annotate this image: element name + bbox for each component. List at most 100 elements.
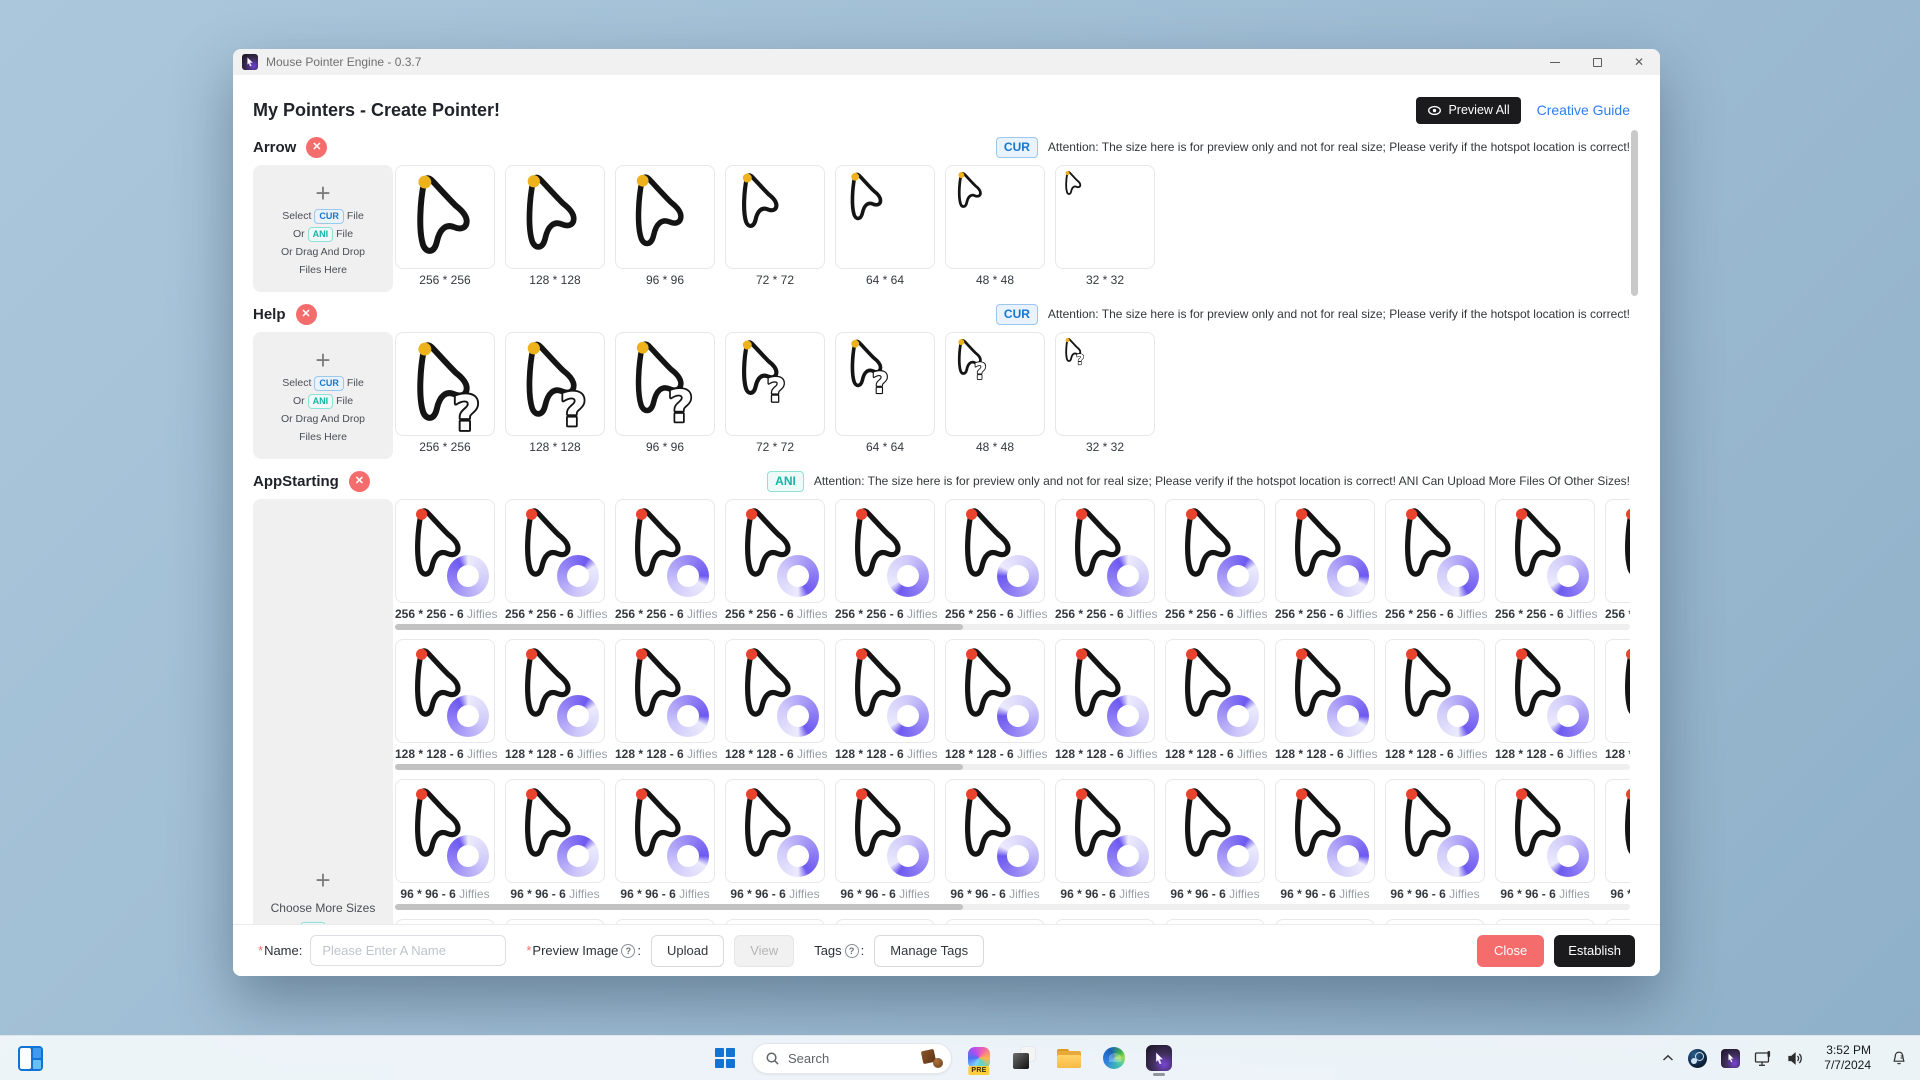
clock-and-date[interactable]: 3:52 PM 7/7/2024 [1813,1040,1882,1076]
cursor-size-tile[interactable]: 128 * 128 [505,165,605,287]
upload-button[interactable]: Upload [651,935,724,967]
delete-section-button[interactable]: ✕ [296,304,317,325]
animation-frame-tile[interactable]: 128 * 128 - 6 Jiffies [1495,639,1595,761]
scrollbar-thumb[interactable] [395,904,963,910]
cursor-size-tile[interactable]: 96 * 96 [615,165,715,287]
cursor-size-tile[interactable]: 32 * 32 [1055,165,1155,287]
choose-more-sizes-dropzone[interactable]: + Choose More Sizes ANIFile [253,499,393,924]
mouse-pointer-engine-tray-icon[interactable] [1716,1040,1745,1076]
loading-spinner [1327,835,1369,877]
copilot-icon[interactable]: PRE [961,1039,997,1077]
animation-frame-tile[interactable]: 256 * 256 - 6 Jiffies [725,499,825,621]
animation-frame-tile[interactable]: 256 * 256 - 6 Jiffies [1385,499,1485,621]
view-button[interactable]: View [734,935,794,967]
creative-guide-link[interactable]: Creative Guide [1537,102,1630,118]
preview-all-button[interactable]: Preview All [1416,97,1520,124]
hotspot-dot [637,342,649,354]
animation-frame-tile[interactable]: 256 * 256 - 6 Jiffies [1055,499,1155,621]
horizontal-scrollbar[interactable] [395,764,1630,770]
animation-frame-tile[interactable]: 128 * 128 - 6 Jiffies [835,639,935,761]
establish-button[interactable]: Establish [1554,935,1635,967]
cursor-size-tile[interactable]: 256 * 256 [395,165,495,287]
animation-frame-tile[interactable]: 96 * 96 - 6 Jiffies [1495,779,1595,901]
edge-browser-icon[interactable] [1096,1039,1132,1077]
steam-tray-icon[interactable] [1683,1040,1712,1076]
notification-bell-icon[interactable]: z [1886,1040,1912,1076]
cursor-size-tile[interactable]: ? 64 * 64 [835,332,935,454]
search-input[interactable] [788,1051,921,1066]
animation-frame-tile[interactable]: 96 * 96 - 6 Jiffies [1275,779,1375,901]
cursor-arrow-preview [950,169,992,214]
animation-frame-tile[interactable]: 128 * 128 - 6 Jiffies [395,639,495,761]
taskbar-search[interactable] [752,1043,952,1074]
file-explorer-icon[interactable] [1051,1039,1087,1077]
animation-frame-tile[interactable]: 256 * 256 - 6 Jiffies [835,499,935,621]
animation-frame-tile[interactable]: 96 * 96 - 6 Jiffies [395,779,495,901]
animation-frame-tile[interactable]: 256 * 256 - 6 Jiffies [1165,499,1265,621]
tray-chevron-up-icon[interactable] [1657,1040,1679,1076]
animation-frame-tile[interactable]: 128 * 128 - 6 Jiffies [1055,639,1155,761]
scrollbar-thumb[interactable] [395,624,963,630]
delete-section-button[interactable]: ✕ [306,137,327,158]
animation-frame-tile[interactable]: 256 * 256 - 6 Jiffies [1495,499,1595,621]
delete-section-button[interactable]: ✕ [349,471,370,492]
animation-frame-tile[interactable]: 96 * 96 - 6 Jiffies [835,779,935,901]
animation-frame-tile[interactable]: 128 * 128 - 6 Jiffies [1275,639,1375,761]
cursor-size-tile[interactable]: ? 96 * 96 [615,332,715,454]
animation-frame-tile[interactable]: 128 * 128 - 6 Jiffies [1165,639,1265,761]
animation-frame-tile[interactable]: 96 * 96 - 6 Jiffies [615,779,715,901]
animation-frame-tile[interactable]: 96 * 96 - 6 Jiffies [505,779,605,901]
overlapping-squares-app-icon[interactable] [1006,1039,1042,1077]
mouse-pointer-engine-taskbar-icon[interactable] [1141,1039,1177,1077]
tile-size-label: 256 * 256 [395,440,495,454]
titlebar[interactable]: Mouse Pointer Engine - 0.3.7 ✕ [233,49,1660,75]
animation-frame-tile[interactable]: 128 * 128 - 6 Jiffies [505,639,605,761]
close-button[interactable]: Close [1477,935,1544,967]
animation-frame-tile[interactable]: 128 * 128 - 6 Jiffies [945,639,1045,761]
animation-frame-tile[interactable]: 256 * 256 - 6 Jiffies [615,499,715,621]
animation-frame-tile[interactable]: 96 * 96 - 6 Jiffies [725,779,825,901]
upload-dropzone[interactable]: + SelectCURFile OrANIFile Or Drag And Dr… [253,332,393,459]
animation-frame-tile[interactable]: 96 * 96 - 6 Jiffies [1165,779,1265,901]
animation-frame-tile[interactable]: 256 * 256 - 6 Jiffies [945,499,1045,621]
display-pen-tray-icon[interactable] [1749,1040,1778,1076]
animation-frame-tile[interactable]: 128 * 128 - 6 Jiffies [725,639,825,761]
minimize-button[interactable] [1534,49,1576,75]
widgets-icon[interactable] [12,1039,48,1077]
tile-size-label: 48 * 48 [945,273,1045,287]
cursor-size-tile[interactable]: 72 * 72 [725,165,825,287]
animation-frame-tile[interactable]: 128 * 128 - 6 Jiffies [615,639,715,761]
animation-frame-tile[interactable]: 96 * 96 - 6 Jiffies [1385,779,1485,901]
cursor-size-tile[interactable]: 64 * 64 [835,165,935,287]
vertical-scrollbar[interactable] [1631,130,1638,296]
scrollbar-thumb[interactable] [395,764,963,770]
animation-frame-tile[interactable]: 256 * 256 - 6 Jiffies [1275,499,1375,621]
animation-frame-tile[interactable]: 256 * 256 - 6 Jiffies [505,499,605,621]
manage-tags-button[interactable]: Manage Tags [874,935,984,967]
help-circle-icon[interactable]: ? [621,944,635,958]
cursor-size-tile[interactable]: ? 48 * 48 [945,332,1045,454]
cursor-size-tile[interactable]: ? 72 * 72 [725,332,825,454]
horizontal-scrollbar[interactable] [395,624,1630,630]
cursor-size-tile[interactable]: ? 256 * 256 [395,332,495,454]
animation-frame-tile[interactable]: 96 * 96 - 6 Jiffies [945,779,1045,901]
name-input[interactable] [310,935,506,966]
animation-frame-tile[interactable]: 128 * 128 - 6 Jiffies [1605,639,1630,761]
animation-frame-tile[interactable]: 128 * 128 - 6 Jiffies [1385,639,1485,761]
animation-frame-tile[interactable]: 256 * 256 - 6 Jiffies [1605,499,1630,621]
animation-frame-tile[interactable]: 96 * 96 - 6 Jiffies [1055,779,1155,901]
cursor-size-tile[interactable]: 48 * 48 [945,165,1045,287]
hotspot-dot [1296,649,1307,660]
upload-dropzone[interactable]: + SelectCURFile OrANIFile Or Drag And Dr… [253,165,393,292]
close-window-button[interactable]: ✕ [1618,49,1660,75]
start-button[interactable] [707,1039,743,1077]
cursor-size-tile[interactable]: ? 32 * 32 [1055,332,1155,454]
hotspot-dot [851,340,859,348]
volume-icon[interactable] [1782,1040,1809,1076]
cursor-size-tile[interactable]: ? 128 * 128 [505,332,605,454]
animation-frame-tile[interactable]: 256 * 256 - 6 Jiffies [395,499,495,621]
help-circle-icon[interactable]: ? [845,944,859,958]
maximize-button[interactable] [1576,49,1618,75]
horizontal-scrollbar[interactable] [395,904,1630,910]
animation-frame-tile[interactable]: 96 * 96 - 6 Jiffies [1605,779,1630,901]
